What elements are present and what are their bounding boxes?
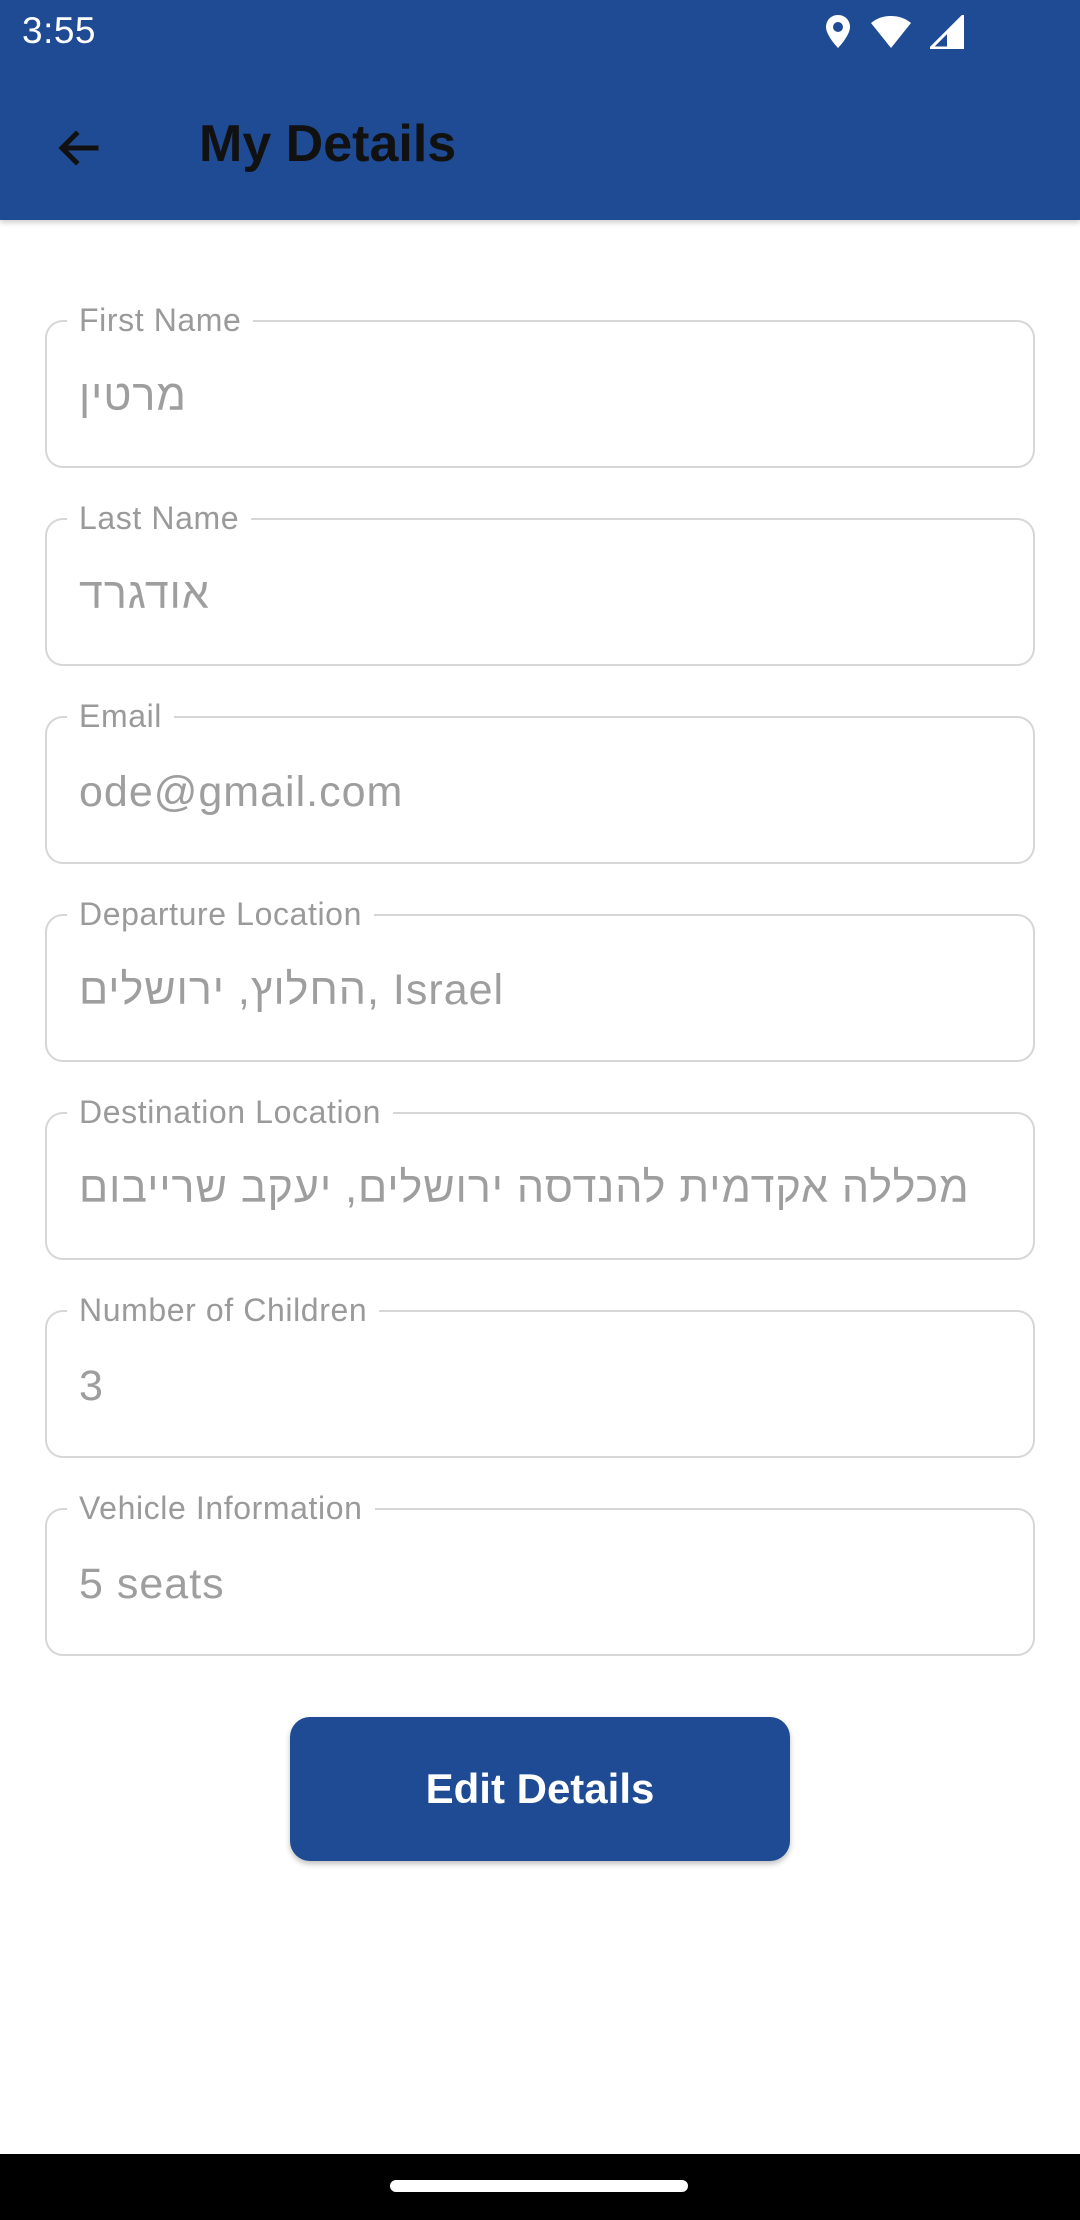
departure-location-field[interactable]: Departure Location החלוץ, ירושלים, Israe… (45, 894, 1035, 1062)
navigation-bar (0, 2154, 1080, 2220)
arrow-left-icon (54, 124, 102, 177)
status-icons (824, 11, 965, 55)
destination-location-label: Destination Location (67, 1092, 393, 1132)
home-handle[interactable] (390, 2180, 688, 2192)
vehicle-information-label: Vehicle Information (67, 1488, 375, 1528)
first-name-label: First Name (67, 300, 254, 340)
last-name-label: Last Name (67, 498, 252, 538)
app-bar: My Details (0, 68, 1080, 220)
back-button[interactable] (38, 110, 118, 190)
signal-icon (927, 11, 965, 54)
page-title: My Details (199, 115, 457, 173)
last-name-field[interactable]: Last Name אודגרד (45, 498, 1035, 666)
first-name-value: מרטין (79, 372, 187, 420)
email-value: ode@gmail.com (79, 768, 404, 816)
destination-location-value: מכללה אקדמית להנדסה ירושלים, יעקב שרייבו… (79, 1164, 970, 1212)
email-field[interactable]: Email ode@gmail.com (45, 696, 1035, 864)
email-label: Email (67, 696, 175, 736)
vehicle-information-value: 5 seats (79, 1560, 225, 1608)
vehicle-information-field[interactable]: Vehicle Information 5 seats (45, 1488, 1035, 1656)
number-of-children-label: Number of Children (67, 1290, 380, 1330)
status-time: 3:55 (22, 10, 97, 51)
number-of-children-field[interactable]: Number of Children 3 (45, 1290, 1035, 1458)
departure-location-value: החלוץ, ירושלים, Israel (79, 966, 505, 1014)
destination-location-field[interactable]: Destination Location מכללה אקדמית להנדסה… (45, 1092, 1035, 1260)
first-name-field[interactable]: First Name מרטין (45, 300, 1035, 468)
departure-location-label: Departure Location (67, 894, 374, 934)
number-of-children-value: 3 (79, 1362, 104, 1410)
wifi-icon (870, 15, 912, 54)
last-name-value: אודגרד (79, 570, 210, 618)
status-bar: 3:55 (0, 0, 1080, 68)
location-icon (824, 14, 852, 55)
edit-details-button[interactable]: Edit Details (290, 1717, 790, 1861)
